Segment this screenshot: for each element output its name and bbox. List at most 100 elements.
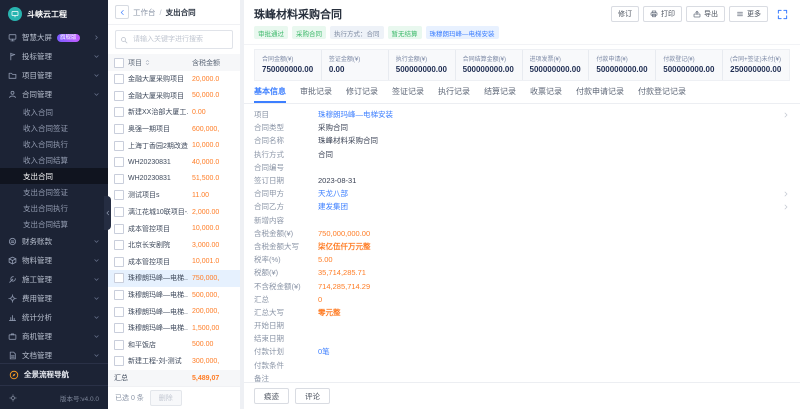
field-value[interactable]: 天龙八部 — [318, 188, 778, 199]
panel-collapse-handle[interactable] — [104, 196, 111, 230]
print-button[interactable]: 打印 — [643, 6, 682, 22]
sidebar-subitem[interactable]: 收入合同 — [0, 104, 108, 120]
revise-button[interactable]: 修订 — [611, 6, 639, 22]
tab-item[interactable]: 审批记录 — [300, 86, 332, 103]
fullscreen-button[interactable] — [774, 6, 790, 22]
tab-item[interactable]: 修订记录 — [346, 86, 378, 103]
list-item[interactable]: 测试项目s11.00 — [108, 187, 240, 204]
list-item[interactable]: 北京长安剧院3,000.00 — [108, 237, 240, 254]
tab-item[interactable]: 结算记录 — [484, 86, 516, 103]
export-button[interactable]: 导出 — [686, 6, 725, 22]
project-name: 漓江花城10联项目-... — [128, 207, 188, 217]
tab-item[interactable]: 执行记录 — [438, 86, 470, 103]
row-checkbox[interactable] — [114, 74, 124, 84]
row-amount: 40,000.0 — [192, 159, 234, 166]
tab-item[interactable]: 收票记录 — [530, 86, 562, 103]
field-label: 签订日期 — [254, 175, 318, 186]
row-checkbox[interactable] — [114, 141, 124, 151]
row-checkbox[interactable] — [114, 107, 124, 117]
list-item[interactable]: 和平饭店500.00 — [108, 337, 240, 354]
list-item[interactable]: WH2023083151,500.0 — [108, 171, 240, 188]
list-item[interactable]: 珠穆朗玛峰—电梯...500,000, — [108, 287, 240, 304]
chevron-right-icon — [93, 34, 100, 41]
field-value[interactable]: 0笔 — [318, 346, 790, 357]
row-checkbox[interactable] — [114, 224, 124, 234]
tab-active[interactable]: 基本信息 — [254, 86, 286, 103]
list-item[interactable]: 新建XX治部大厦工...0.00 — [108, 104, 240, 121]
sort-icon[interactable] — [144, 59, 151, 66]
comment-button[interactable]: 评论 — [295, 388, 330, 404]
sidebar-item[interactable]: 统计分析 — [0, 308, 108, 327]
list-item[interactable]: 金融大厦采购项目50,000.0 — [108, 88, 240, 105]
sidebar-item[interactable]: 文档管理 — [0, 346, 108, 363]
sidebar-subitem[interactable]: 收入合同执行 — [0, 136, 108, 152]
list-item[interactable]: 上海丁香园2期改造...10,000.0 — [108, 137, 240, 154]
sidebar-item[interactable]: 费用管理 — [0, 289, 108, 308]
list-item[interactable]: 成本管控项目10,001.0 — [108, 254, 240, 271]
project-name: 新建工程-刘-测试 — [128, 356, 188, 366]
search-input[interactable] — [131, 35, 228, 44]
list-item[interactable]: 漓江花城10联项目-...2,000.00 — [108, 204, 240, 221]
row-checkbox[interactable] — [114, 290, 124, 300]
sidebar-item[interactable]: 智慧大屏旗舰版 — [0, 28, 108, 47]
stat-card: 执行金额(¥)500000000.00 — [388, 50, 455, 80]
sidebar-item-label: 商机管理 — [22, 331, 52, 342]
list-item[interactable]: 成本管控项目10,000.0 — [108, 220, 240, 237]
row-checkbox[interactable] — [114, 190, 124, 200]
project-name: 珠穆朗玛峰—电梯... — [128, 307, 188, 317]
sidebar-subitem[interactable]: 支出合同执行 — [0, 200, 108, 216]
sidebar-subitem[interactable]: 支出合同结算 — [0, 216, 108, 232]
button-label: 导出 — [704, 9, 718, 19]
trace-button[interactable]: 痕迹 — [254, 388, 289, 404]
field-value: 珠峰材料采购合同 — [318, 135, 790, 146]
row-checkbox[interactable] — [114, 91, 124, 101]
select-all-checkbox[interactable] — [114, 58, 124, 68]
row-checkbox[interactable] — [114, 273, 124, 283]
sidebar-item-flow-nav[interactable]: 全景流程导航 — [0, 364, 108, 385]
sidebar-item[interactable]: 商机管理 — [0, 327, 108, 346]
sidebar-item[interactable]: 项目管理 — [0, 66, 108, 85]
more-button[interactable]: 更多 — [729, 6, 768, 22]
delete-button[interactable]: 删除 — [150, 390, 182, 406]
sidebar-item[interactable]: 合同管理 — [0, 85, 108, 104]
list-item[interactable]: 珠穆朗玛峰—电梯...750,000, — [108, 270, 240, 287]
sidebar-subitem[interactable]: 支出合同签证 — [0, 184, 108, 200]
row-checkbox[interactable] — [114, 174, 124, 184]
row-checkbox[interactable] — [114, 157, 124, 167]
list-item[interactable]: 新建工程-刘-测试300,000, — [108, 353, 240, 370]
row-checkbox[interactable] — [114, 124, 124, 134]
stat-value: 500000000.00 — [396, 65, 448, 74]
edition-badge: 旗舰版 — [57, 34, 80, 42]
project-name: 新建XX治部大厦工... — [128, 107, 188, 117]
field-value[interactable]: 建发集团 — [318, 201, 778, 212]
tab-item[interactable]: 付款申请记录 — [576, 86, 624, 103]
tab-item[interactable]: 签证记录 — [392, 86, 424, 103]
sidebar-item[interactable]: 投标管理 — [0, 47, 108, 66]
list-item[interactable]: 珠穆朗玛峰—电梯...200,000, — [108, 303, 240, 320]
breadcrumb-parent[interactable]: 工作台 — [133, 7, 156, 18]
list-item[interactable]: 珠穆朗玛峰—电梯...1,500,00 — [108, 320, 240, 337]
tab-item[interactable]: 付款登记记录 — [638, 86, 686, 103]
sidebar-item[interactable]: 物料管理 — [0, 251, 108, 270]
row-checkbox[interactable] — [114, 340, 124, 350]
sidebar-item[interactable]: 施工管理 — [0, 270, 108, 289]
sidebar-subitem[interactable]: 收入合同结算 — [0, 152, 108, 168]
row-checkbox[interactable] — [114, 240, 124, 250]
row-checkbox[interactable] — [114, 207, 124, 217]
row-checkbox[interactable] — [114, 356, 124, 366]
row-checkbox[interactable] — [114, 257, 124, 267]
row-checkbox[interactable] — [114, 323, 124, 333]
back-button[interactable] — [115, 5, 129, 19]
sidebar-subitem-active[interactable]: 支出合同 — [0, 168, 108, 184]
sidebar-subitem[interactable]: 收入合同签证 — [0, 120, 108, 136]
row-amount: 10,000.0 — [192, 142, 234, 149]
sidebar-item[interactable]: 财务账款 — [0, 232, 108, 251]
app-title: 斗峡云工程 — [27, 9, 67, 20]
list-item[interactable]: WH2023083140,000.0 — [108, 154, 240, 171]
row-checkbox[interactable] — [114, 307, 124, 317]
list-item[interactable]: 奥强一期项目600,000, — [108, 121, 240, 138]
field-value[interactable]: 珠穆朗玛峰—电梯安装 — [318, 109, 778, 120]
field-value: 2023-08-31 — [318, 176, 790, 185]
list-item[interactable]: 金融大厦采购项目20,000.0 — [108, 71, 240, 88]
gear-icon[interactable] — [9, 394, 17, 402]
